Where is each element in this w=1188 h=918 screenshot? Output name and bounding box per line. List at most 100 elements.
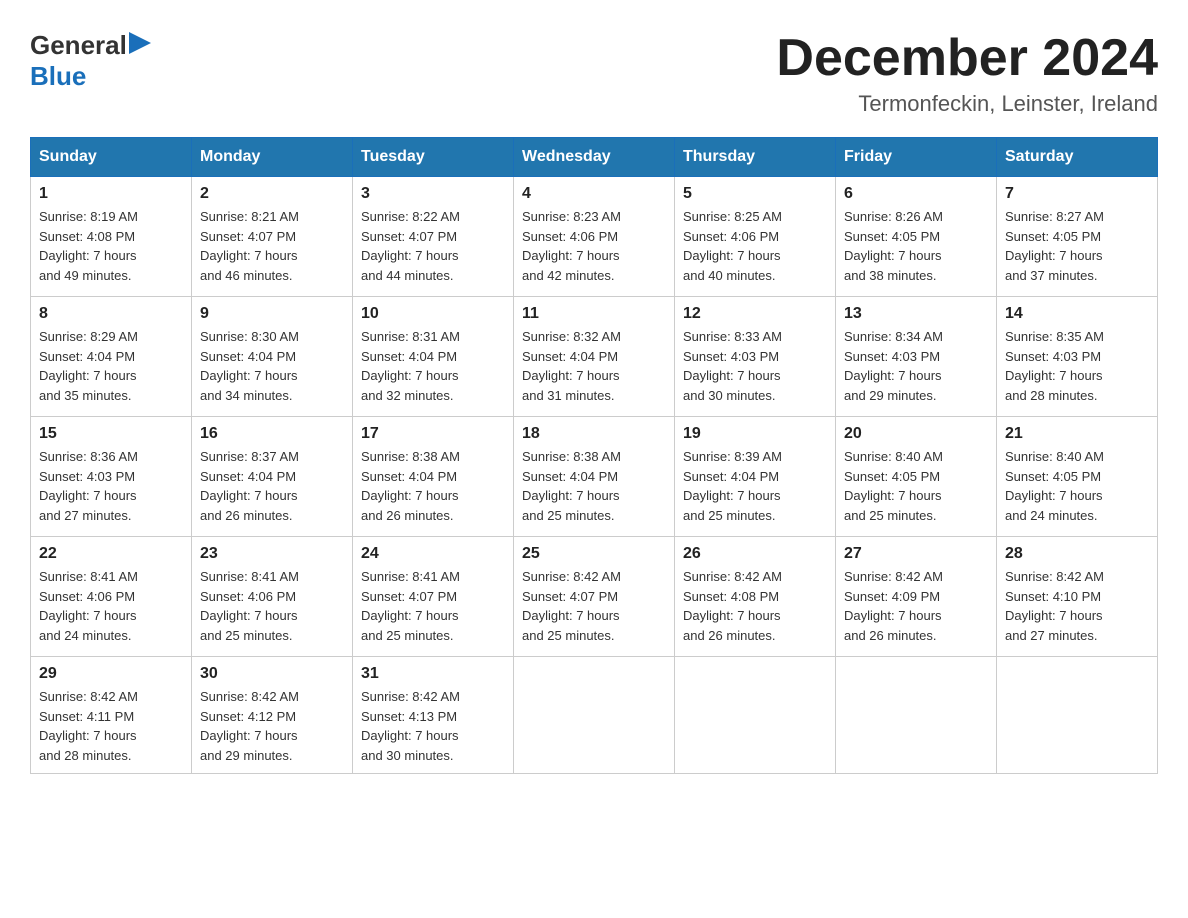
day-info: Sunrise: 8:42 AMSunset: 4:09 PMDaylight:… [844, 569, 943, 643]
calendar-day-cell: 26 Sunrise: 8:42 AMSunset: 4:08 PMDaylig… [675, 537, 836, 657]
day-info: Sunrise: 8:22 AMSunset: 4:07 PMDaylight:… [361, 209, 460, 283]
calendar-day-cell: 14 Sunrise: 8:35 AMSunset: 4:03 PMDaylig… [997, 297, 1158, 417]
day-number: 3 [361, 185, 505, 203]
calendar-day-cell: 1 Sunrise: 8:19 AMSunset: 4:08 PMDayligh… [31, 177, 192, 297]
day-info: Sunrise: 8:36 AMSunset: 4:03 PMDaylight:… [39, 449, 138, 523]
day-number: 4 [522, 185, 666, 203]
calendar-day-cell: 15 Sunrise: 8:36 AMSunset: 4:03 PMDaylig… [31, 417, 192, 537]
day-of-week-header: Saturday [997, 138, 1158, 177]
day-number: 14 [1005, 305, 1149, 323]
day-number: 26 [683, 545, 827, 563]
day-of-week-header: Wednesday [514, 138, 675, 177]
day-number: 20 [844, 425, 988, 443]
day-number: 22 [39, 545, 183, 563]
day-info: Sunrise: 8:42 AMSunset: 4:11 PMDaylight:… [39, 689, 138, 763]
day-of-week-header: Monday [192, 138, 353, 177]
calendar-day-cell: 23 Sunrise: 8:41 AMSunset: 4:06 PMDaylig… [192, 537, 353, 657]
day-number: 6 [844, 185, 988, 203]
day-info: Sunrise: 8:38 AMSunset: 4:04 PMDaylight:… [522, 449, 621, 523]
day-number: 11 [522, 305, 666, 323]
calendar-day-cell: 4 Sunrise: 8:23 AMSunset: 4:06 PMDayligh… [514, 177, 675, 297]
calendar-week-row: 29 Sunrise: 8:42 AMSunset: 4:11 PMDaylig… [31, 657, 1158, 774]
title-section: December 2024 Termonfeckin, Leinster, Ir… [776, 30, 1158, 117]
day-of-week-header: Friday [836, 138, 997, 177]
day-number: 7 [1005, 185, 1149, 203]
day-info: Sunrise: 8:42 AMSunset: 4:10 PMDaylight:… [1005, 569, 1104, 643]
day-number: 12 [683, 305, 827, 323]
calendar-table: SundayMondayTuesdayWednesdayThursdayFrid… [30, 137, 1158, 774]
day-info: Sunrise: 8:41 AMSunset: 4:06 PMDaylight:… [39, 569, 138, 643]
page-header: General Blue December 2024 Termonfeckin,… [30, 30, 1158, 117]
location-text: Termonfeckin, Leinster, Ireland [776, 91, 1158, 117]
calendar-day-cell: 13 Sunrise: 8:34 AMSunset: 4:03 PMDaylig… [836, 297, 997, 417]
day-info: Sunrise: 8:32 AMSunset: 4:04 PMDaylight:… [522, 329, 621, 403]
day-number: 9 [200, 305, 344, 323]
day-info: Sunrise: 8:34 AMSunset: 4:03 PMDaylight:… [844, 329, 943, 403]
calendar-day-cell: 27 Sunrise: 8:42 AMSunset: 4:09 PMDaylig… [836, 537, 997, 657]
calendar-day-cell: 6 Sunrise: 8:26 AMSunset: 4:05 PMDayligh… [836, 177, 997, 297]
day-info: Sunrise: 8:29 AMSunset: 4:04 PMDaylight:… [39, 329, 138, 403]
calendar-day-cell: 12 Sunrise: 8:33 AMSunset: 4:03 PMDaylig… [675, 297, 836, 417]
day-info: Sunrise: 8:40 AMSunset: 4:05 PMDaylight:… [1005, 449, 1104, 523]
day-info: Sunrise: 8:41 AMSunset: 4:07 PMDaylight:… [361, 569, 460, 643]
day-info: Sunrise: 8:33 AMSunset: 4:03 PMDaylight:… [683, 329, 782, 403]
day-number: 8 [39, 305, 183, 323]
calendar-day-cell: 30 Sunrise: 8:42 AMSunset: 4:12 PMDaylig… [192, 657, 353, 774]
calendar-week-row: 1 Sunrise: 8:19 AMSunset: 4:08 PMDayligh… [31, 177, 1158, 297]
calendar-week-row: 15 Sunrise: 8:36 AMSunset: 4:03 PMDaylig… [31, 417, 1158, 537]
calendar-day-cell [836, 657, 997, 774]
day-number: 30 [200, 665, 344, 683]
day-number: 16 [200, 425, 344, 443]
calendar-day-cell: 11 Sunrise: 8:32 AMSunset: 4:04 PMDaylig… [514, 297, 675, 417]
day-info: Sunrise: 8:31 AMSunset: 4:04 PMDaylight:… [361, 329, 460, 403]
calendar-day-cell: 17 Sunrise: 8:38 AMSunset: 4:04 PMDaylig… [353, 417, 514, 537]
calendar-day-cell [997, 657, 1158, 774]
day-number: 1 [39, 185, 183, 203]
month-title: December 2024 [776, 30, 1158, 87]
calendar-day-cell: 21 Sunrise: 8:40 AMSunset: 4:05 PMDaylig… [997, 417, 1158, 537]
calendar-day-cell: 24 Sunrise: 8:41 AMSunset: 4:07 PMDaylig… [353, 537, 514, 657]
logo: General Blue [30, 30, 151, 92]
calendar-day-cell: 16 Sunrise: 8:37 AMSunset: 4:04 PMDaylig… [192, 417, 353, 537]
day-info: Sunrise: 8:38 AMSunset: 4:04 PMDaylight:… [361, 449, 460, 523]
day-of-week-header: Tuesday [353, 138, 514, 177]
calendar-day-cell: 5 Sunrise: 8:25 AMSunset: 4:06 PMDayligh… [675, 177, 836, 297]
calendar-day-cell: 25 Sunrise: 8:42 AMSunset: 4:07 PMDaylig… [514, 537, 675, 657]
day-info: Sunrise: 8:40 AMSunset: 4:05 PMDaylight:… [844, 449, 943, 523]
logo-blue-text: Blue [30, 61, 86, 92]
day-of-week-header: Thursday [675, 138, 836, 177]
day-info: Sunrise: 8:42 AMSunset: 4:07 PMDaylight:… [522, 569, 621, 643]
day-info: Sunrise: 8:21 AMSunset: 4:07 PMDaylight:… [200, 209, 299, 283]
day-info: Sunrise: 8:41 AMSunset: 4:06 PMDaylight:… [200, 569, 299, 643]
calendar-day-cell: 7 Sunrise: 8:27 AMSunset: 4:05 PMDayligh… [997, 177, 1158, 297]
day-number: 2 [200, 185, 344, 203]
day-info: Sunrise: 8:30 AMSunset: 4:04 PMDaylight:… [200, 329, 299, 403]
calendar-day-cell: 20 Sunrise: 8:40 AMSunset: 4:05 PMDaylig… [836, 417, 997, 537]
day-number: 17 [361, 425, 505, 443]
calendar-day-cell: 22 Sunrise: 8:41 AMSunset: 4:06 PMDaylig… [31, 537, 192, 657]
day-info: Sunrise: 8:42 AMSunset: 4:13 PMDaylight:… [361, 689, 460, 763]
calendar-day-cell: 3 Sunrise: 8:22 AMSunset: 4:07 PMDayligh… [353, 177, 514, 297]
calendar-day-cell: 19 Sunrise: 8:39 AMSunset: 4:04 PMDaylig… [675, 417, 836, 537]
day-info: Sunrise: 8:42 AMSunset: 4:12 PMDaylight:… [200, 689, 299, 763]
calendar-day-cell: 10 Sunrise: 8:31 AMSunset: 4:04 PMDaylig… [353, 297, 514, 417]
calendar-day-cell [675, 657, 836, 774]
day-number: 21 [1005, 425, 1149, 443]
logo-flag-icon [129, 32, 151, 54]
day-number: 10 [361, 305, 505, 323]
day-info: Sunrise: 8:19 AMSunset: 4:08 PMDaylight:… [39, 209, 138, 283]
calendar-day-cell: 2 Sunrise: 8:21 AMSunset: 4:07 PMDayligh… [192, 177, 353, 297]
day-number: 29 [39, 665, 183, 683]
calendar-week-row: 22 Sunrise: 8:41 AMSunset: 4:06 PMDaylig… [31, 537, 1158, 657]
day-number: 18 [522, 425, 666, 443]
day-number: 31 [361, 665, 505, 683]
day-number: 23 [200, 545, 344, 563]
calendar-day-cell: 28 Sunrise: 8:42 AMSunset: 4:10 PMDaylig… [997, 537, 1158, 657]
day-number: 13 [844, 305, 988, 323]
calendar-day-cell: 9 Sunrise: 8:30 AMSunset: 4:04 PMDayligh… [192, 297, 353, 417]
day-info: Sunrise: 8:26 AMSunset: 4:05 PMDaylight:… [844, 209, 943, 283]
day-number: 5 [683, 185, 827, 203]
calendar-day-cell: 31 Sunrise: 8:42 AMSunset: 4:13 PMDaylig… [353, 657, 514, 774]
calendar-day-cell: 18 Sunrise: 8:38 AMSunset: 4:04 PMDaylig… [514, 417, 675, 537]
logo-general-text: General [30, 30, 127, 61]
